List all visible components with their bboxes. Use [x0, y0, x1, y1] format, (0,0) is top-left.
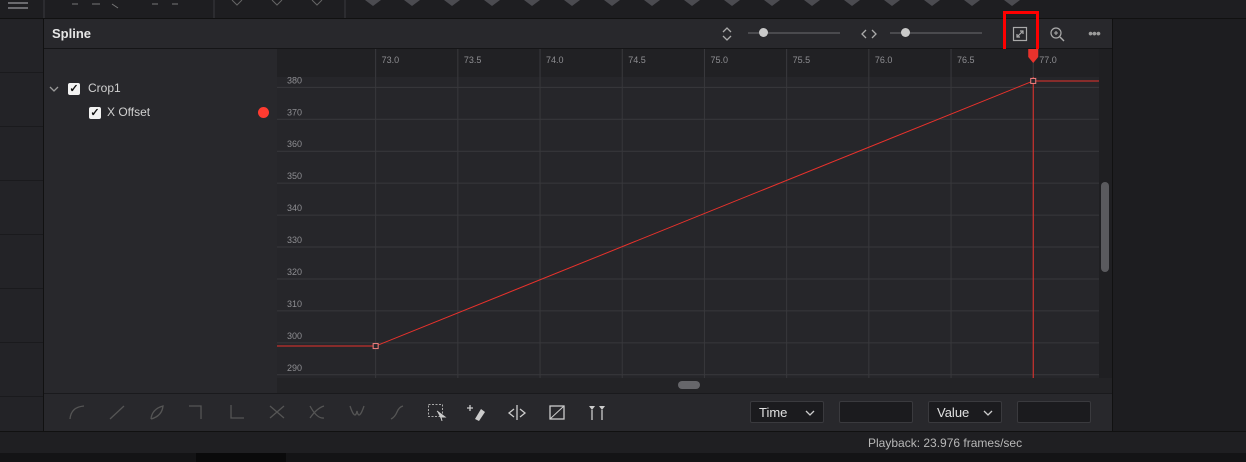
zoom-in-button[interactable]	[1049, 26, 1065, 42]
left-rail-cell	[0, 343, 43, 397]
top-keyframe-diamonds	[404, 0, 1020, 6]
horizontal-scrollbar-thumb[interactable]	[678, 381, 700, 389]
left-rail-cell	[0, 19, 43, 73]
time-combo-label: Time	[759, 405, 788, 420]
status-bar: Playback: 23.976 frames/sec	[0, 431, 1246, 454]
fit-to-window-icon	[1012, 26, 1028, 42]
parameter-tree	[44, 49, 277, 393]
top-toolbar-icons	[8, 0, 381, 18]
keyframe-point	[372, 343, 379, 350]
horizontal-scrollbar[interactable]	[277, 378, 1112, 393]
playhead-marker-icon	[1028, 57, 1039, 63]
time-tick-label: 74.0	[546, 55, 564, 65]
vertical-zoom-icon[interactable]	[720, 26, 734, 42]
graph-canvas[interactable]: 380370360350340330320310300290	[277, 49, 1099, 378]
value-tick-label: 300	[287, 331, 302, 341]
shape-box-icon[interactable]	[547, 403, 567, 421]
value-combo[interactable]: Value	[928, 401, 1002, 423]
value-value-field[interactable]	[1017, 401, 1091, 423]
step-out-icon[interactable]	[227, 403, 247, 421]
vertical-zoom-slider-handle[interactable]	[759, 28, 768, 37]
value-combo-label: Value	[937, 405, 970, 420]
x-offset-checkbox[interactable]: ✓	[89, 107, 101, 119]
step-in-icon[interactable]	[187, 403, 207, 421]
add-point-icon[interactable]	[467, 403, 487, 421]
value-tick-label: 350	[287, 171, 302, 181]
vertical-scrollbar-thumb[interactable]	[1101, 182, 1109, 272]
left-rail-cell	[0, 289, 43, 343]
horizontal-zoom-icon[interactable]	[860, 26, 878, 42]
crop1-checkbox[interactable]: ✓	[68, 83, 80, 95]
right-panel-rail	[1112, 19, 1246, 431]
tree-node-label[interactable]: Crop1	[88, 81, 121, 95]
left-rail-cell	[0, 181, 43, 235]
bottom-strip	[0, 453, 1246, 462]
time-stretch-icon[interactable]	[507, 403, 527, 421]
value-tick-label: 320	[287, 267, 302, 277]
left-rail-cell	[0, 73, 43, 127]
value-tick-label: 290	[287, 363, 302, 373]
vertical-scrollbar[interactable]	[1099, 49, 1112, 393]
playhead-handle	[1028, 49, 1039, 57]
tree-param-label[interactable]: X Offset	[107, 105, 150, 119]
time-tick-label: 75.5	[793, 55, 811, 65]
playback-status: Playback: 23.976 frames/sec	[868, 436, 1023, 450]
reverse-icon[interactable]	[267, 403, 287, 421]
ease-icon[interactable]	[147, 403, 167, 421]
checkmark-icon: ✓	[90, 107, 100, 119]
show-key-markers-icon[interactable]	[587, 403, 607, 421]
horizontal-zoom-slider-handle[interactable]	[901, 28, 910, 37]
time-tick-label: 75.0	[710, 55, 728, 65]
loop-icon[interactable]	[307, 403, 327, 421]
chevron-down-icon[interactable]	[48, 82, 60, 94]
panel-title: Spline	[52, 26, 92, 41]
left-rail-cell	[0, 235, 43, 289]
time-combo[interactable]: Time	[750, 401, 824, 423]
top-toolbar-strip	[0, 0, 1246, 19]
value-tick-label: 370	[287, 107, 302, 117]
keyframe-point	[1030, 77, 1037, 84]
more-dots-icon: •••	[1088, 25, 1101, 41]
time-ruler-canvas: 73.0 73.5 74.0 74.5 75.0 75.5 76.0 76.5 77.0	[375, 49, 1057, 77]
smooth-icon[interactable]	[67, 403, 87, 421]
value-tick-label: 360	[287, 139, 302, 149]
checkmark-icon: ✓	[69, 83, 79, 95]
time-tick-label: 73.5	[464, 55, 482, 65]
time-tick-label: 77.0	[1039, 55, 1057, 65]
param-color-dot[interactable]	[258, 107, 269, 118]
zoom-in-icon	[1050, 27, 1065, 42]
linear-icon[interactable]	[107, 403, 127, 421]
panel-options-button[interactable]: •••	[1078, 19, 1110, 48]
time-tick-label: 73.0	[382, 55, 400, 65]
fit-to-window-button[interactable]	[1012, 26, 1028, 42]
value-tick-label: 310	[287, 299, 302, 309]
spline-graph[interactable]: 380 370 360 350 340 330 320 310 300 290	[277, 49, 1099, 378]
left-panel-rail	[0, 19, 44, 431]
time-tick-label: 74.5	[628, 55, 646, 65]
ping-pong-icon[interactable]	[347, 403, 367, 421]
spline-panel-header	[44, 19, 1112, 49]
left-rail-cell	[0, 127, 43, 181]
chevron-down-icon	[983, 410, 993, 416]
value-tick-label: 340	[287, 203, 302, 213]
value-tick-label: 330	[287, 235, 302, 245]
time-tick-label: 76.5	[957, 55, 975, 65]
x-offset-spline	[277, 80, 1099, 347]
time-value-field[interactable]	[839, 401, 913, 423]
time-ruler[interactable]: 73.0 73.5 74.0 74.5 75.0 75.5 76.0 76.5 77.0	[277, 49, 1099, 77]
time-tick-label: 76.0	[875, 55, 893, 65]
relative-icon[interactable]	[387, 403, 407, 421]
bottom-tab	[196, 453, 286, 462]
chevron-down-icon	[805, 410, 815, 416]
select-icon[interactable]	[427, 403, 447, 421]
